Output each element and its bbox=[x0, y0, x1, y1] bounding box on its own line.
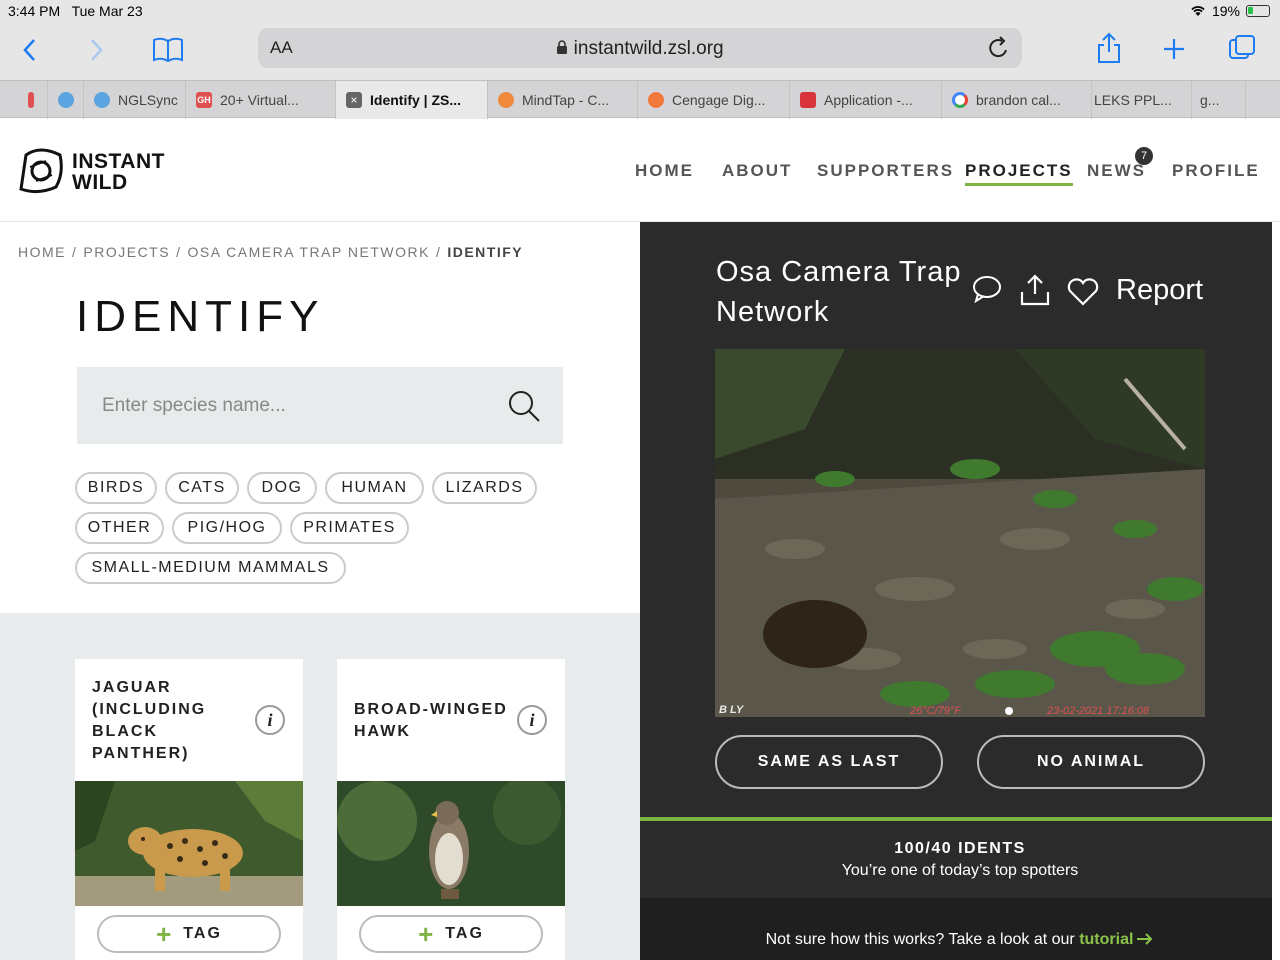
url-text: instantwild.zsl.org bbox=[573, 38, 724, 59]
hawk-image[interactable] bbox=[337, 781, 565, 906]
filter-primates[interactable]: PRIMATES bbox=[290, 512, 409, 544]
filter-pig-hog[interactable]: PIG/HOG bbox=[172, 512, 282, 544]
breadcrumb-home[interactable]: HOME bbox=[18, 244, 66, 260]
filter-cats[interactable]: CATS bbox=[165, 472, 239, 504]
species-card-jaguar[interactable]: JAGUAR (INCLUDING BLACK PANTHER) i + TAG bbox=[75, 659, 303, 960]
tab-pinned[interactable] bbox=[0, 81, 48, 119]
nav-projects[interactable]: PROJECTS bbox=[965, 161, 1073, 186]
plus-icon: + bbox=[418, 918, 436, 949]
share-icon[interactable] bbox=[1096, 32, 1122, 64]
tabs-overview-icon[interactable] bbox=[1228, 34, 1256, 62]
back-icon[interactable] bbox=[22, 38, 38, 62]
filter-dog[interactable]: DOG bbox=[247, 472, 317, 504]
filter-human[interactable]: HUMAN bbox=[325, 472, 424, 504]
browser-toolbar: AA instantwild.zsl.org bbox=[0, 24, 1280, 80]
idents-message: You’re one of today’s top spotters bbox=[841, 862, 1079, 879]
species-name: BROAD-WINGED HAWK bbox=[354, 701, 508, 740]
tab-ngl-sync[interactable]: NGLSync bbox=[84, 81, 186, 119]
filter-small-medium-mammals[interactable]: SMALL-MEDIUM MAMMALS bbox=[75, 552, 346, 584]
species-name: JAGUAR (INCLUDING BLACK PANTHER) bbox=[92, 679, 207, 762]
filter-lizards[interactable]: LIZARDS bbox=[432, 472, 537, 504]
close-tab-icon[interactable]: × bbox=[346, 92, 362, 108]
wifi-icon bbox=[1191, 6, 1205, 16]
tab-favicon: GH bbox=[196, 92, 212, 108]
breadcrumb-project[interactable]: OSA CAMERA TRAP NETWORK bbox=[187, 244, 429, 260]
species-search-input[interactable] bbox=[102, 367, 502, 444]
tab-identify[interactable]: × Identify | ZS... bbox=[336, 81, 488, 119]
nav-supporters[interactable]: SUPPORTERS bbox=[817, 161, 954, 181]
filter-other[interactable]: OTHER bbox=[75, 512, 164, 544]
tab-brandon[interactable]: brandon cal... bbox=[942, 81, 1092, 119]
filter-birds[interactable]: BIRDS bbox=[75, 472, 157, 504]
status-date: Tue Mar 23 bbox=[71, 3, 143, 19]
tab-favicon bbox=[498, 92, 514, 108]
status-bar: 3:44 PM Tue Mar 23 19% bbox=[0, 0, 1280, 24]
photo-temperature-stamp: 26°C/79°F bbox=[909, 705, 962, 717]
tab-cengage[interactable]: Cengage Dig... bbox=[638, 81, 790, 119]
tab-pinned-2[interactable] bbox=[48, 81, 84, 119]
tutorial-link[interactable]: tutorial bbox=[1079, 931, 1154, 948]
logo-text[interactable]: INSTANT WILD bbox=[72, 151, 165, 193]
page-title: IDENTIFY bbox=[76, 292, 325, 341]
breadcrumb-current: IDENTIFY bbox=[447, 244, 524, 260]
google-icon bbox=[952, 92, 968, 108]
same-as-last-button[interactable]: SAME AS LAST bbox=[715, 735, 943, 789]
nav-profile[interactable]: PROFILE bbox=[1172, 161, 1260, 181]
search-icon[interactable] bbox=[507, 389, 541, 423]
status-time: 3:44 PM bbox=[8, 3, 61, 19]
tutorial-prompt: Not sure how this works? Take a look at … bbox=[640, 931, 1280, 949]
bookmarks-icon[interactable] bbox=[152, 37, 184, 63]
no-animal-button[interactable]: NO ANIMAL bbox=[977, 735, 1205, 789]
report-button[interactable]: Report bbox=[1116, 274, 1203, 307]
arrow-right-icon bbox=[1137, 933, 1153, 945]
tab-overflow[interactable]: g... bbox=[1192, 81, 1246, 119]
info-icon[interactable]: i bbox=[517, 705, 547, 735]
breadcrumb: HOME / PROJECTS / OSA CAMERA TRAP NETWORK / ID… bbox=[18, 244, 524, 260]
lock-icon bbox=[557, 40, 568, 54]
news-badge: 7 bbox=[1135, 147, 1153, 165]
tab-favicon bbox=[94, 92, 110, 108]
tab-strip: NGLSync GH 20+ Virtual... × Identify | ZS.… bbox=[0, 80, 1280, 119]
battery-icon bbox=[1246, 5, 1270, 17]
site-header: INSTANT WILD HOME ABOUT SUPPORTERS PROJEC… bbox=[0, 119, 1280, 222]
camera-trap-photo[interactable]: B LY 26°C/79°F 23-02-2021 17:16:08 bbox=[715, 349, 1205, 717]
tab-favicon bbox=[28, 92, 34, 108]
photo-date-stamp: 23-02-2021 17:16:08 bbox=[1046, 705, 1150, 717]
tab-favicon bbox=[648, 92, 664, 108]
address-bar[interactable]: AA instantwild.zsl.org bbox=[258, 28, 1022, 68]
tab-application[interactable]: Application -... bbox=[790, 81, 942, 119]
tab-aleks[interactable]: LEKS PPL... bbox=[1092, 81, 1192, 119]
tab-favicon bbox=[58, 92, 74, 108]
tab-mindtap[interactable]: MindTap - C... bbox=[488, 81, 638, 119]
reload-icon[interactable] bbox=[988, 36, 1010, 60]
species-card-hawk[interactable]: BROAD-WINGED HAWK i + TAG bbox=[337, 659, 565, 960]
share-icon[interactable] bbox=[1019, 274, 1051, 306]
breadcrumb-projects[interactable]: PROJECTS bbox=[83, 244, 170, 260]
tab-favicon bbox=[800, 92, 816, 108]
instant-wild-logo[interactable] bbox=[16, 147, 66, 195]
project-name: Osa Camera Trap Network bbox=[716, 256, 962, 328]
nav-news[interactable]: NEWS bbox=[1087, 161, 1146, 181]
tutorial-bar bbox=[640, 898, 1272, 960]
nav-about[interactable]: ABOUT bbox=[722, 161, 792, 181]
new-tab-icon[interactable] bbox=[1162, 37, 1186, 61]
tutorial-text: Not sure how this works? Take a look at … bbox=[765, 931, 1075, 948]
jaguar-image[interactable] bbox=[75, 781, 303, 906]
photo-pagination-dot bbox=[1005, 707, 1013, 715]
plus-icon: + bbox=[156, 918, 174, 949]
forward-icon[interactable] bbox=[88, 38, 104, 62]
species-search bbox=[77, 367, 563, 444]
tag-hawk-button[interactable]: + TAG bbox=[359, 915, 543, 953]
heart-icon[interactable] bbox=[1067, 278, 1099, 306]
idents-count: 100/40 IDENTS bbox=[894, 840, 1026, 857]
divider bbox=[640, 817, 1272, 821]
nav-home[interactable]: HOME bbox=[635, 161, 694, 181]
battery-percent: 19% bbox=[1211, 3, 1240, 19]
tag-jaguar-button[interactable]: + TAG bbox=[97, 915, 281, 953]
info-icon[interactable]: i bbox=[255, 705, 285, 735]
comment-icon[interactable] bbox=[972, 275, 1002, 303]
tab-virtual[interactable]: GH 20+ Virtual... bbox=[186, 81, 336, 119]
photo-camera-stamp: B LY bbox=[719, 704, 745, 716]
